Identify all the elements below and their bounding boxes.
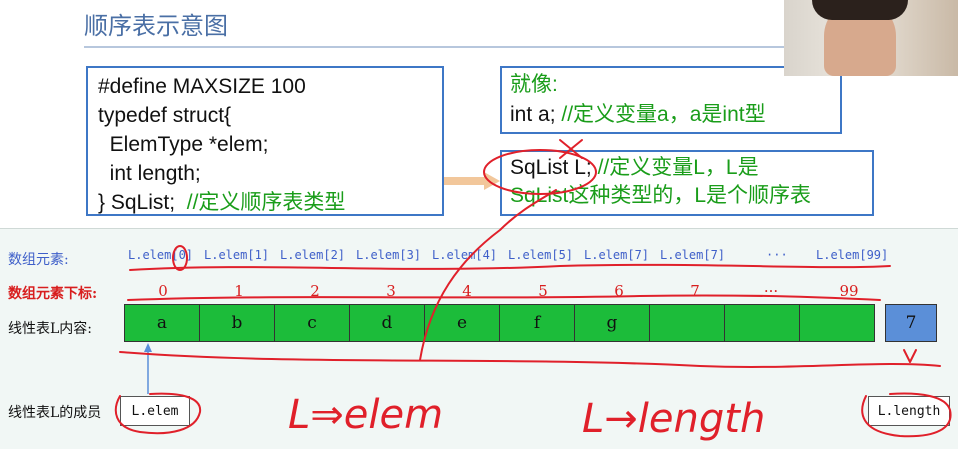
index-0: 0	[158, 282, 168, 300]
array-cell	[649, 304, 725, 342]
array-cell: f	[499, 304, 575, 342]
array-cell: d	[349, 304, 425, 342]
array-cell	[724, 304, 800, 342]
index-7: 7	[690, 282, 700, 300]
sqlist-comment-1: //定义变量L，L是	[597, 156, 759, 179]
webcam-overlay	[784, 0, 958, 76]
member-elem-box: L.elem	[120, 396, 190, 426]
array-cell: g	[574, 304, 650, 342]
label-array-elements: 数组元素:	[8, 252, 69, 268]
index-99: 99	[839, 282, 859, 300]
code-line-typedef: typedef struct{	[98, 104, 232, 127]
code-line-define: #define MAXSIZE 100	[98, 75, 306, 98]
arrow-right-icon	[444, 172, 500, 190]
element-name-3: L.elem[3]	[356, 248, 422, 262]
array-cell: c	[274, 304, 350, 342]
index-1: 1	[234, 282, 244, 300]
element-name-6: L.elem[7]	[584, 248, 650, 262]
element-name-5: L.elem[5]	[508, 248, 574, 262]
length-cell: 7	[885, 304, 937, 342]
slide-title: 顺序表示意图	[84, 12, 228, 40]
analogy-box: 就像: int a; //定义变量a，a是int型	[500, 66, 842, 134]
index-6: 6	[614, 282, 624, 300]
index-3: 3	[386, 282, 396, 300]
array-cell: a	[124, 304, 200, 342]
element-name-ellipsis: ···	[766, 248, 788, 262]
array-cell: b	[199, 304, 275, 342]
label-list-members: 线性表L的成员	[8, 405, 102, 421]
element-name-2: L.elem[2]	[280, 248, 346, 262]
sqlist-line-1: SqList L; //定义变量L，L是	[510, 154, 864, 182]
sqlist-comment-2: SqList这种类型的，L是个顺序表	[510, 184, 812, 207]
title-divider	[84, 46, 784, 48]
member-length-box: L.length	[868, 396, 950, 426]
element-name-7: L.elem[7]	[660, 248, 726, 262]
label-array-indices: 数组元素下标:	[8, 286, 98, 302]
struct-definition-box: #define MAXSIZE 100 typedef struct{ Elem…	[86, 66, 444, 216]
index-ellipsis: ···	[763, 282, 779, 300]
code-line-close: } SqList; //定义顺序表类型	[98, 188, 432, 217]
slide-area: 顺序表示意图 #define MAXSIZE 100 typedef struc…	[0, 0, 958, 228]
array-cell	[799, 304, 875, 342]
code-line-length: int length;	[98, 162, 201, 185]
code-comment: //定义顺序表类型	[186, 191, 346, 214]
sqlist-variable-box: SqList L; //定义变量L，L是 SqList这种类型的，L是个顺序表	[500, 150, 874, 216]
code-line-elem: ElemType *elem;	[98, 133, 269, 156]
array-cells: a b c d e f g	[124, 304, 875, 342]
sqlist-code: SqList L;	[510, 156, 592, 179]
label-list-contents: 线性表L内容:	[8, 321, 93, 337]
element-name-0: L.elem[0]	[128, 248, 194, 262]
index-4: 4	[462, 282, 472, 300]
presenter-hair	[812, 0, 908, 20]
element-name-1: L.elem[1]	[204, 248, 270, 262]
analogy-code: int a;	[510, 103, 556, 126]
index-2: 2	[310, 282, 320, 300]
array-cell: e	[424, 304, 500, 342]
analogy-line: int a; //定义变量a，a是int型	[510, 100, 832, 130]
element-name-4: L.elem[4]	[432, 248, 498, 262]
element-name-99: L.elem[99]	[816, 248, 889, 262]
index-5: 5	[538, 282, 548, 300]
code-close-text: } SqList;	[98, 191, 176, 214]
analogy-comment: //定义变量a，a是int型	[561, 103, 766, 126]
